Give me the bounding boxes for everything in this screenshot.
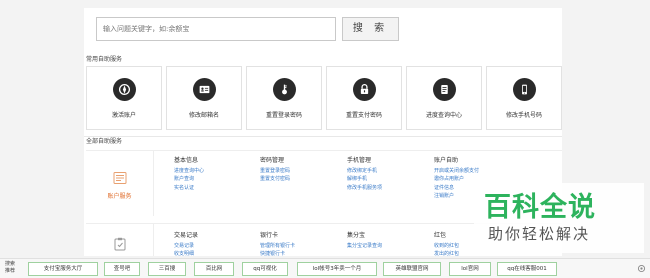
account-doc-icon [113, 172, 127, 184]
quick-service-reset-pay-password[interactable]: 重置支付密码 [326, 66, 402, 130]
service-link[interactable]: 管理所有银行卡 [260, 242, 295, 251]
service-column-transaction-records: 交易记录 交易记录 收支明细 [174, 232, 198, 259]
recommend-chip[interactable]: lol帐号3年卖一个月 [297, 262, 377, 276]
service-category-caption: 账户服务 [107, 193, 132, 200]
recommend-chip[interactable]: 三百搜 [148, 262, 186, 276]
service-link[interactable]: 解绑手机 [347, 175, 382, 184]
quick-service-label: 修改手机号码 [505, 112, 542, 119]
service-link[interactable]: 重置支付密码 [260, 175, 290, 184]
service-column-phone: 手机管理 修改绑定手机 解绑手机 修改手机服务项 [347, 157, 382, 192]
document-icon [433, 78, 456, 101]
recommend-chip[interactable]: 英雄联盟官网 [383, 262, 441, 276]
service-category-account[interactable]: 账户服务 [86, 151, 154, 216]
service-link[interactable]: 开启或关闭余额支付 [434, 167, 479, 176]
quick-services-title: 常用自助服务 [86, 56, 123, 63]
section-divider [84, 136, 562, 137]
service-link[interactable]: 实名认证 [174, 184, 204, 193]
service-link[interactable]: 集分宝记录查询 [347, 242, 382, 251]
quick-service-activate-account[interactable]: 激活账户 [86, 66, 162, 130]
service-column-password: 密码管理 重置登录密码 重置支付密码 [260, 157, 290, 184]
recommend-chip[interactable]: lol官网 [449, 262, 491, 276]
service-column-red-packet: 红包 收到的红包 发出的红包 [434, 232, 459, 259]
id-card-icon [193, 78, 216, 101]
service-link[interactable]: 重置登录密码 [260, 167, 290, 176]
service-link[interactable]: 交易记录 [174, 242, 198, 251]
quick-service-change-email[interactable]: 修改邮箱名 [166, 66, 242, 130]
column-header: 集分宝 [347, 232, 366, 239]
service-category-transactions[interactable] [86, 224, 154, 256]
column-header: 交易记录 [174, 232, 199, 239]
recommend-chip[interactable]: 查号吧 [104, 262, 140, 276]
service-link[interactable]: 进度查询中心 [174, 167, 204, 176]
column-header: 手机管理 [347, 157, 372, 164]
search-recommend-label: 搜索推荐 [5, 261, 16, 274]
service-link[interactable]: 账户查询 [174, 175, 204, 184]
service-column-jifenbao: 集分宝 集分宝记录查询 [347, 232, 382, 250]
column-header: 密码管理 [260, 157, 285, 164]
quick-service-change-phone[interactable]: 修改手机号码 [486, 66, 562, 130]
service-column-basic-info: 基本信息 进度查询中心 账户查询 实名认证 [174, 157, 204, 192]
service-column-account-self: 账户自助 开启或关闭余额支付 邀你占用账户 证件信息 注销账户 [434, 157, 479, 201]
recommend-chip[interactable]: 百比网 [194, 262, 234, 276]
service-link[interactable]: 收到的红包 [434, 242, 459, 251]
lock-icon [353, 78, 376, 101]
compass-icon [113, 78, 136, 101]
search-button[interactable]: 搜 索 [342, 17, 399, 41]
quick-service-progress-center[interactable]: 进度查询中心 [406, 66, 482, 130]
column-header: 基本信息 [174, 157, 199, 164]
column-header: 银行卡 [260, 232, 279, 239]
quick-service-label: 重置支付密码 [345, 112, 382, 119]
service-link[interactable]: 修改绑定手机 [347, 167, 382, 176]
settings-gear-icon[interactable] [637, 264, 646, 273]
all-services-title: 全部自助服务 [86, 138, 123, 145]
phone-icon [513, 78, 536, 101]
key-icon [273, 78, 296, 101]
search-input[interactable] [96, 17, 336, 41]
recommend-chip[interactable]: qq在线客服001 [497, 262, 557, 276]
service-column-bank-card: 银行卡 管理所有银行卡 快捷银行卡 [260, 232, 295, 259]
service-link[interactable]: 修改手机服务项 [347, 184, 382, 193]
column-header: 红包 [434, 232, 447, 239]
quick-service-label: 激活账户 [111, 112, 136, 119]
service-link[interactable]: 证件信息 [434, 184, 479, 193]
column-header: 账户自助 [434, 157, 459, 164]
watermark-subtitle: 助你轻松解决 [488, 225, 591, 243]
quick-service-label: 修改邮箱名 [188, 112, 219, 119]
service-link[interactable]: 邀你占用账户 [434, 175, 479, 184]
quick-service-label: 重置登录密码 [265, 112, 302, 119]
service-link[interactable]: 注销账户 [434, 192, 479, 201]
quick-service-label: 进度查询中心 [425, 112, 462, 119]
quick-service-reset-login-password[interactable]: 重置登录密码 [246, 66, 322, 130]
watermark-title: 百科全说 [484, 192, 596, 223]
recommend-chip[interactable]: qq可视化 [242, 262, 288, 276]
recommend-chip[interactable]: 支付宝服务大厅 [28, 262, 98, 276]
clipboard-icon [114, 237, 126, 251]
search-recommend-bar: 搜索推荐 支付宝服务大厅 查号吧 三百搜 百比网 qq可视化 lol帐号3年卖一… [0, 258, 650, 278]
watermark: 百科全说 助你轻松解决 [474, 183, 644, 253]
